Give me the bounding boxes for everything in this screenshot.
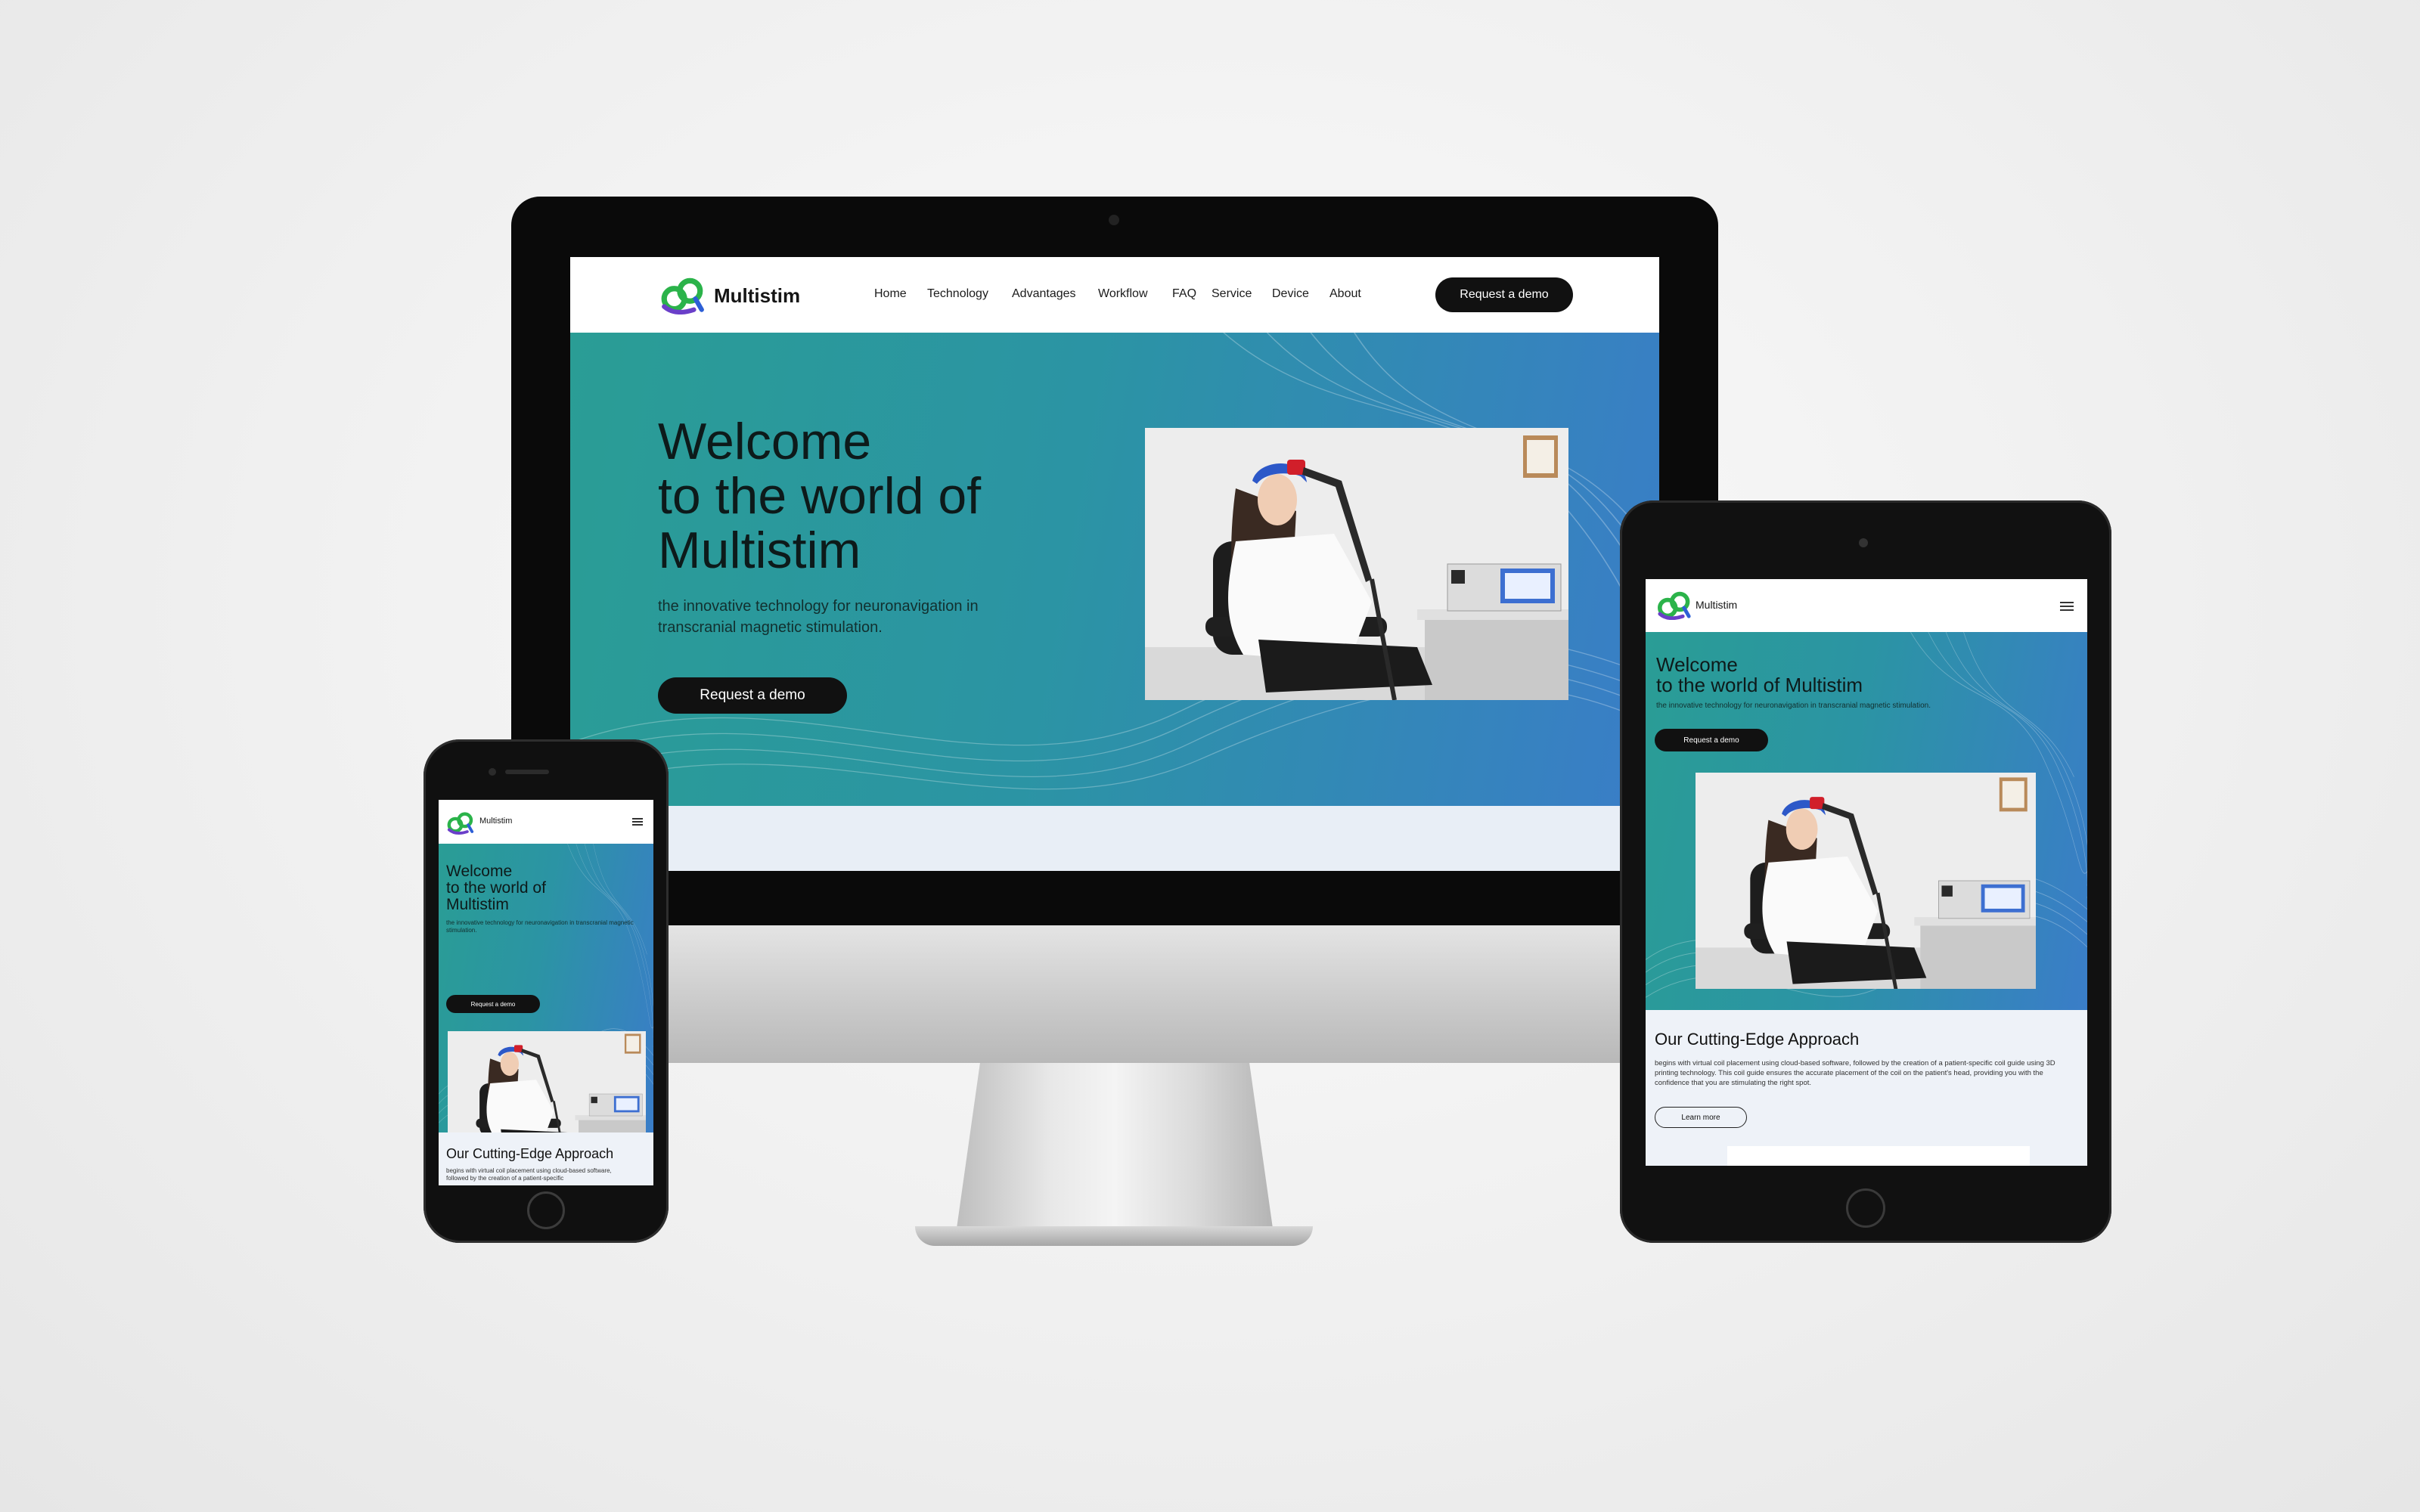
desktop-next-section	[570, 806, 1659, 871]
hero-title-line1: Welcome	[446, 863, 513, 880]
learn-more-button[interactable]: Learn more	[1655, 1107, 1747, 1128]
hero-title-line2: to the world of Multistim	[1656, 674, 1863, 696]
tablet-hero: Welcome to the world of Multistim the in…	[1646, 632, 2087, 1010]
multistim-logo-icon[interactable]	[659, 275, 706, 314]
phone-camera-icon	[489, 768, 496, 776]
hero-subtitle: the innovative technology for neuronavig…	[1656, 702, 1931, 710]
approach-image	[1727, 1146, 2030, 1166]
camera-icon	[1109, 215, 1119, 225]
approach-section: Our Cutting-Edge Approach begins with vi…	[1646, 1010, 2087, 1166]
approach-title: Our Cutting-Edge Approach	[1655, 1030, 1860, 1049]
brand-name[interactable]: Multistim	[1696, 599, 1737, 611]
desktop-navbar: Multistim Home Technology Advantages Wor…	[570, 257, 1659, 333]
multistim-logo-icon[interactable]	[1656, 590, 1692, 620]
hero-photo-patient-tms	[1696, 773, 2036, 989]
brand-name[interactable]: Multistim	[479, 816, 512, 826]
nav-workflow[interactable]: Workflow	[1098, 287, 1148, 301]
nav-service[interactable]: Service	[1212, 287, 1252, 301]
approach-section: Our Cutting-Edge Approach begins with vi…	[439, 1132, 653, 1185]
tablet-website: Multistim Welcome to the world of Multis…	[1646, 579, 2087, 1166]
desktop-website: Multistim Home Technology Advantages Wor…	[570, 257, 1659, 871]
hero-title-line1: Welcome	[658, 413, 872, 470]
request-demo-hero-button[interactable]: Request a demo	[446, 995, 540, 1013]
imac-stand	[954, 1063, 1275, 1244]
request-demo-hero-button[interactable]: Request a demo	[658, 677, 847, 714]
hero-title-line3: Multistim	[658, 522, 861, 579]
brand-name[interactable]: Multistim	[714, 284, 800, 308]
hero-photo-patient-tms	[448, 1031, 646, 1132]
phone-navbar: Multistim	[439, 800, 653, 844]
hero-subtitle: the innovative technology for neuronavig…	[446, 919, 634, 934]
request-demo-nav-button[interactable]: Request a demo	[1435, 277, 1573, 312]
approach-body: begins with virtual coil placement using…	[446, 1167, 612, 1182]
phone-speaker	[505, 770, 549, 774]
hamburger-menu-icon[interactable]	[2060, 602, 2074, 611]
hero-title-line2: to the world of	[658, 467, 982, 525]
phone-website: Multistim Welcome to the world of Multis…	[439, 800, 653, 1185]
hero-title: Welcome to the world of Multistim	[1656, 655, 1863, 696]
request-demo-hero-button[interactable]: Request a demo	[1655, 729, 1768, 751]
phone-home-button[interactable]	[527, 1191, 565, 1229]
multistim-logo-icon[interactable]	[446, 810, 475, 835]
tablet-home-button[interactable]	[1846, 1188, 1885, 1228]
tablet-camera-icon	[1859, 538, 1868, 547]
hero-title: Welcome to the world of Multistim	[658, 414, 981, 578]
nav-home[interactable]: Home	[874, 287, 907, 301]
hero-title-line2: to the world of	[446, 879, 546, 897]
imac-chin	[511, 925, 1718, 1063]
approach-body: begins with virtual coil placement using…	[1655, 1059, 2055, 1087]
hero-title-line3: Multistim	[446, 896, 509, 913]
approach-title: Our Cutting-Edge Approach	[446, 1146, 614, 1161]
nav-technology[interactable]: Technology	[927, 287, 988, 301]
nav-advantages[interactable]: Advantages	[1012, 287, 1076, 301]
hamburger-menu-icon[interactable]	[632, 818, 643, 826]
phone-hero: Welcome to the world of Multistim the in…	[439, 844, 653, 1132]
desktop-hero: Welcome to the world of Multistim the in…	[570, 333, 1659, 806]
hero-subtitle: the innovative technology for neuronavig…	[658, 598, 979, 636]
nav-faq[interactable]: FAQ	[1172, 287, 1196, 301]
hero-title: Welcome to the world of Multistim	[446, 863, 546, 913]
nav-device[interactable]: Device	[1272, 287, 1309, 301]
tablet-navbar: Multistim	[1646, 579, 2087, 632]
hero-photo-patient-tms	[1145, 428, 1568, 700]
hero-title-line1: Welcome	[1656, 653, 1738, 676]
imac-foot	[915, 1226, 1313, 1246]
nav-about[interactable]: About	[1329, 287, 1361, 301]
